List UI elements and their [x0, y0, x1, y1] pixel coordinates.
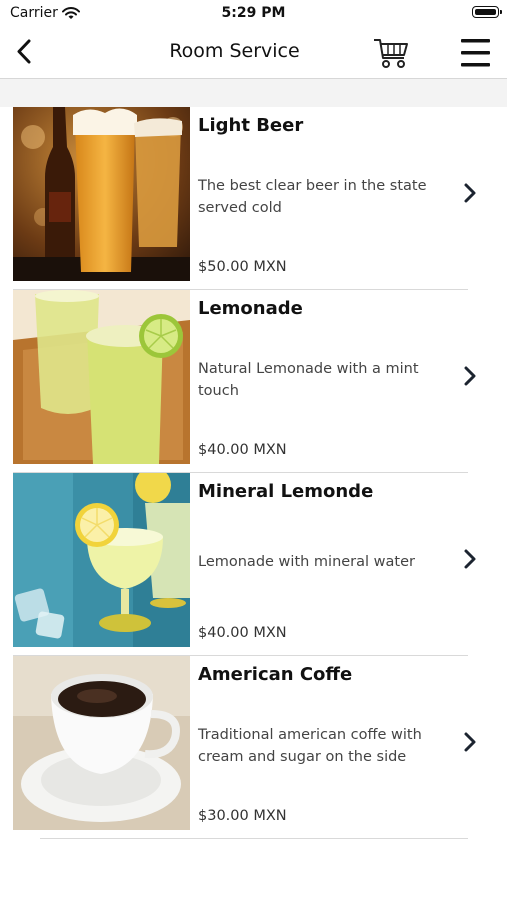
list-item[interactable]: Light Beer The best clear beer in the st… [0, 107, 507, 290]
item-description: Lemonade with mineral water [198, 554, 415, 570]
chevron-right-icon [464, 366, 476, 386]
item-name: Mineral Lemonde [198, 481, 374, 502]
lemonade-image [13, 290, 190, 464]
cart-icon [374, 39, 408, 68]
item-description: Traditional american coffe with cream an… [198, 727, 422, 765]
item-name: American Coffe [198, 664, 353, 685]
item-description: Natural Lemonade with a mint touch [198, 361, 419, 399]
item-name: Lemonade [198, 298, 303, 319]
coffee-image [13, 656, 190, 830]
item-price: $40.00 MXN [198, 442, 287, 458]
row-separator [40, 838, 468, 839]
status-bar: Carrier 5:29 PM [0, 0, 507, 28]
list-item[interactable]: American Coffe Traditional american coff… [0, 656, 507, 839]
menu-icon [461, 39, 490, 67]
cart-button[interactable] [372, 36, 410, 70]
navigation-bar: Room Service [0, 28, 507, 79]
list-item[interactable]: Lemonade Natural Lemonade with a mint to… [0, 290, 507, 473]
status-time: 5:29 PM [221, 5, 286, 21]
list-item[interactable]: Mineral Lemonde Lemonade with mineral wa… [0, 473, 507, 656]
item-description: The best clear beer in the state served … [198, 178, 427, 216]
item-price: $50.00 MXN [198, 259, 287, 275]
beer-image [13, 107, 190, 281]
item-price: $30.00 MXN [198, 808, 287, 824]
chevron-right-icon [464, 183, 476, 203]
list-top-spacer [0, 79, 507, 107]
battery-icon [472, 6, 502, 18]
chevron-right-icon [464, 732, 476, 752]
product-list: Light Beer The best clear beer in the st… [0, 107, 507, 839]
menu-button[interactable] [457, 35, 493, 71]
mineral-lemonade-image [13, 473, 190, 647]
item-name: Light Beer [198, 115, 304, 136]
item-price: $40.00 MXN [198, 625, 287, 641]
chevron-right-icon [464, 549, 476, 569]
